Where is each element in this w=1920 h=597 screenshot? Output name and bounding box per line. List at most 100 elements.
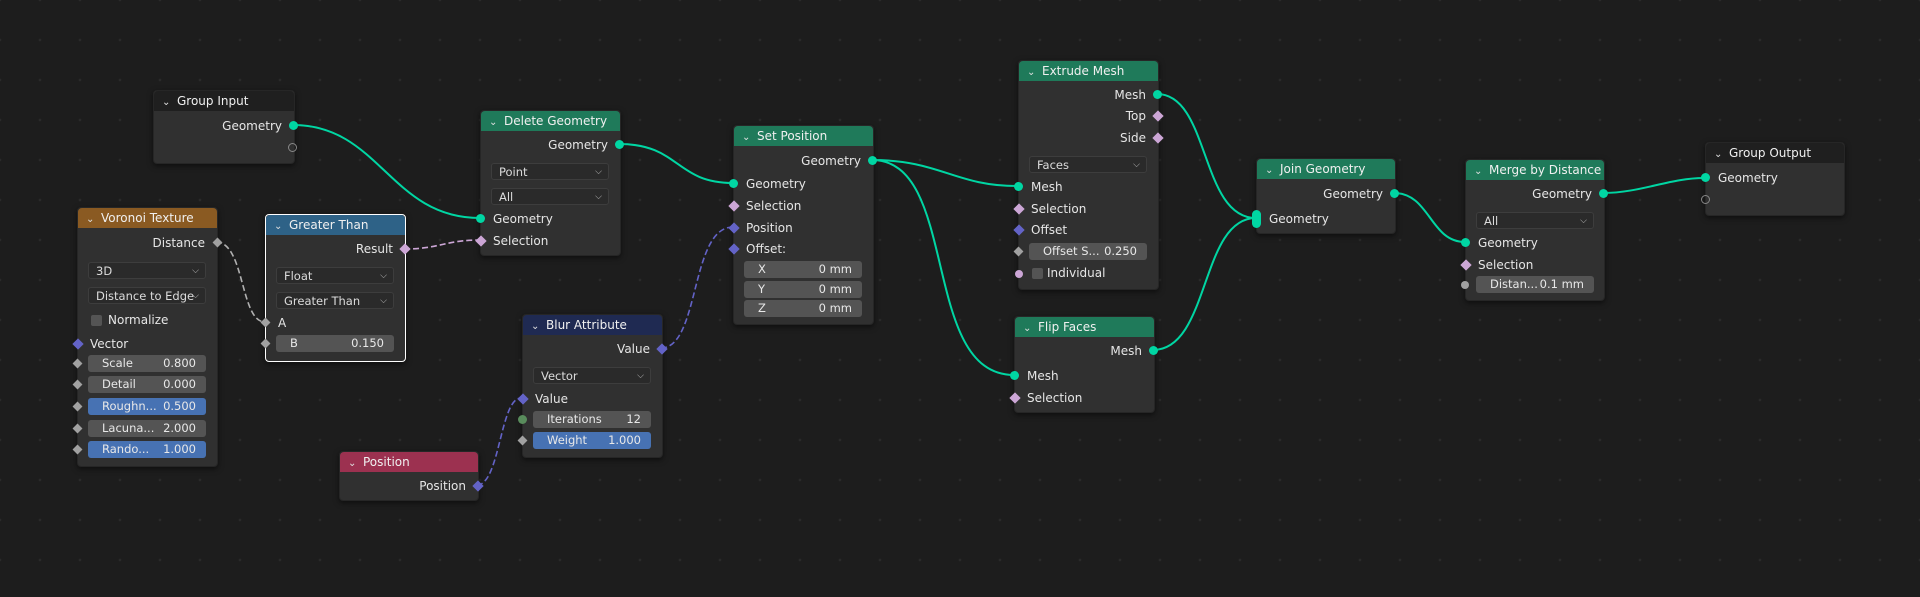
- chevron-down-icon[interactable]: ⌄: [86, 210, 96, 228]
- offset-y-field[interactable]: Y0 mm: [744, 281, 862, 298]
- multi-input-socket[interactable]: [1252, 210, 1261, 228]
- node-header[interactable]: ⌄ Join Geometry: [1257, 159, 1395, 179]
- node-join-geometry[interactable]: ⌄ Join Geometry Geometry Geometry: [1252, 158, 1399, 234]
- chevron-down-icon[interactable]: ⌄: [531, 317, 541, 335]
- geometry-socket[interactable]: [1153, 90, 1162, 99]
- link-merge-to-output[interactable]: [1602, 177, 1705, 194]
- operation-dropdown[interactable]: Greater Than ⌵: [276, 292, 394, 309]
- geometry-socket[interactable]: [1010, 371, 1019, 380]
- node-header[interactable]: ⌄ Greater Than: [266, 215, 405, 235]
- output-result-label: Result: [355, 242, 393, 256]
- lacunarity-field[interactable]: Lacuna... 2.000: [88, 420, 206, 437]
- integer-socket[interactable]: [518, 415, 527, 424]
- offset-scale-field[interactable]: Offset S... 0.250: [1029, 243, 1147, 260]
- node-header[interactable]: ⌄ Delete Geometry: [481, 111, 620, 131]
- normalize-checkbox[interactable]: [91, 315, 102, 326]
- chevron-down-icon[interactable]: ⌄: [1023, 319, 1033, 337]
- node-extrude-mesh[interactable]: ⌄ Extrude Mesh Mesh Top Side Faces ⌵ Mesh …: [1013, 60, 1164, 290]
- b-field[interactable]: B 0.150: [276, 335, 394, 352]
- link-setpos-to-flip[interactable]: [871, 159, 1015, 376]
- geometry-socket[interactable]: [1599, 189, 1608, 198]
- node-header[interactable]: ⌄ Extrude Mesh: [1019, 61, 1158, 81]
- geometry-socket[interactable]: [1461, 238, 1470, 247]
- link-setpos-to-extrude[interactable]: [871, 159, 1018, 187]
- geometry-socket[interactable]: [1390, 189, 1399, 198]
- chevron-down-icon[interactable]: ⌄: [489, 113, 499, 131]
- node-merge-by-distance[interactable]: ⌄ Merge by Distance Geometry All ⌵ Geometr…: [1460, 159, 1608, 301]
- detail-field[interactable]: Detail 0.000: [88, 376, 206, 393]
- node-position[interactable]: ⌄ Position Position: [339, 451, 484, 501]
- offset-x-field[interactable]: X0 mm: [744, 261, 862, 278]
- weight-field[interactable]: Weight 1.000: [533, 432, 651, 449]
- geometry-socket[interactable]: [868, 156, 877, 165]
- type-dropdown[interactable]: Float ⌵: [276, 267, 394, 284]
- link-blur-to-setpos[interactable]: [660, 226, 734, 349]
- link-flip-to-join[interactable]: [1152, 217, 1257, 351]
- offset-z-field[interactable]: Z0 mm: [744, 300, 862, 317]
- node-header[interactable]: ⌄ Position: [340, 452, 478, 472]
- boolean-socket[interactable]: [1015, 270, 1023, 278]
- node-set-position[interactable]: ⌄ Set Position Geometry Geometry Selectio…: [728, 125, 877, 325]
- geometry-socket[interactable]: [476, 214, 485, 223]
- node-flip-faces[interactable]: ⌄ Flip Faces Mesh Mesh Selection: [1009, 316, 1158, 413]
- feature-dropdown[interactable]: Distance to Edge ⌵: [88, 287, 206, 304]
- output-geometry-label: Geometry: [548, 138, 608, 152]
- node-header[interactable]: ⌄ Voronoi Texture: [78, 208, 217, 228]
- node-voronoi-texture[interactable]: ⌄ Voronoi Texture Distance 3D ⌵ Distance t…: [72, 207, 223, 467]
- link-voronoi-to-greater[interactable]: [215, 241, 266, 323]
- dimensions-dropdown[interactable]: 3D ⌵: [88, 262, 206, 279]
- link-greater-to-delete[interactable]: [403, 239, 481, 250]
- link-join-to-merge[interactable]: [1393, 192, 1466, 243]
- chevron-down-icon[interactable]: ⌄: [162, 93, 172, 111]
- chevron-down-icon[interactable]: ⌄: [1714, 145, 1724, 163]
- chevron-down-icon[interactable]: ⌄: [1027, 63, 1037, 81]
- roughness-field[interactable]: Roughn... 0.500: [88, 398, 206, 415]
- empty-socket[interactable]: [288, 143, 297, 152]
- individual-checkbox[interactable]: [1032, 268, 1043, 279]
- mode-dropdown[interactable]: All ⌵: [491, 188, 609, 205]
- link-delete-to-setpos[interactable]: [618, 143, 734, 184]
- node-header[interactable]: ⌄ Set Position: [734, 126, 873, 146]
- node-title: Greater Than: [289, 218, 369, 232]
- mode-dropdown[interactable]: All ⌵: [1476, 212, 1594, 229]
- chevron-down-icon[interactable]: ⌄: [1474, 162, 1484, 180]
- empty-socket[interactable]: [1701, 195, 1710, 204]
- node-header[interactable]: ⌄ Merge by Distance: [1466, 160, 1604, 180]
- node-header[interactable]: ⌄ Flip Faces: [1015, 317, 1154, 337]
- link-extrude-to-join[interactable]: [1156, 93, 1257, 219]
- node-header[interactable]: ⌄ Group Output: [1706, 143, 1844, 163]
- geometry-socket[interactable]: [1701, 173, 1710, 182]
- data-type-dropdown[interactable]: Vector ⌵: [533, 367, 651, 384]
- geometry-socket[interactable]: [1149, 346, 1158, 355]
- chevron-down-icon: ⌵: [1133, 160, 1140, 170]
- node-group-output[interactable]: ⌄ Group Output Geometry: [1701, 142, 1845, 216]
- output-position-label: Position: [419, 479, 466, 493]
- iterations-field[interactable]: Iterations 12: [533, 411, 651, 428]
- geometry-socket[interactable]: [729, 179, 738, 188]
- scale-field[interactable]: Scale 0.800: [88, 355, 206, 372]
- node-greater-than[interactable]: ⌄ Greater Than Result Float ⌵ Greater Than…: [260, 214, 411, 362]
- chevron-down-icon[interactable]: ⌄: [742, 128, 752, 146]
- normalize-label: Normalize: [108, 313, 169, 327]
- link-input-to-delete[interactable]: [292, 124, 481, 219]
- node-blur-attribute[interactable]: ⌄ Blur Attribute Value Vector ⌵ Value Iter…: [517, 314, 668, 458]
- chevron-down-icon[interactable]: ⌄: [1265, 161, 1275, 179]
- chevron-down-icon: ⌵: [192, 266, 199, 276]
- node-group-input[interactable]: ⌄ Group Input Geometry: [153, 90, 298, 164]
- input-offset-label: Offset:: [746, 242, 787, 256]
- geometry-socket[interactable]: [1014, 182, 1023, 191]
- input-selection-label: Selection: [746, 199, 802, 213]
- chevron-down-icon[interactable]: ⌄: [274, 217, 284, 235]
- domain-dropdown[interactable]: Point ⌵: [491, 163, 609, 180]
- distance-field[interactable]: Distan... 0.1 mm: [1476, 276, 1594, 293]
- node-header[interactable]: ⌄ Blur Attribute: [523, 315, 662, 335]
- geometry-socket[interactable]: [289, 121, 298, 130]
- geometry-socket[interactable]: [615, 140, 624, 149]
- mode-dropdown[interactable]: Faces ⌵: [1029, 156, 1147, 173]
- float-socket[interactable]: [1461, 281, 1469, 289]
- link-position-to-blur[interactable]: [476, 397, 522, 486]
- node-delete-geometry[interactable]: ⌄ Delete Geometry Geometry Point ⌵ All ⌵ Ge…: [475, 110, 624, 256]
- chevron-down-icon[interactable]: ⌄: [348, 454, 358, 472]
- node-header[interactable]: ⌄ Group Input: [154, 91, 294, 111]
- randomness-field[interactable]: Rando... 1.000: [88, 441, 206, 458]
